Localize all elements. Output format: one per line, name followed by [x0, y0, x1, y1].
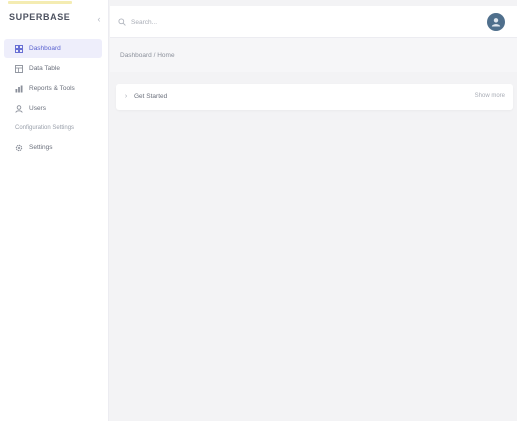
sidebar-item-data-table[interactable]: Data Table	[4, 59, 102, 78]
card-action-link[interactable]: Show more	[475, 93, 505, 99]
sidebar-item-label: Users	[29, 105, 46, 112]
sidebar-item-label: Reports & Tools	[29, 85, 75, 92]
chevron-right-icon[interactable]: ›	[122, 92, 130, 102]
table-icon	[15, 64, 23, 73]
app-window: SUPERBASE ‹ Dashboard Data Table Reports…	[0, 0, 517, 421]
user-icon	[15, 104, 23, 113]
sidebar-nav: Dashboard Data Table Reports & Tools Use…	[0, 38, 108, 158]
card-title: Get Started	[134, 93, 168, 100]
sidebar-item-reports[interactable]: Reports & Tools	[4, 79, 102, 98]
user-avatar-icon	[491, 18, 501, 27]
collapsible-card[interactable]: › Get Started Show more	[116, 84, 513, 110]
gear-icon	[15, 144, 23, 152]
sidebar-section-label: Configuration Settings	[15, 125, 75, 131]
grid-icon	[15, 44, 23, 53]
search-icon	[118, 18, 126, 26]
sidebar-item-dashboard[interactable]: Dashboard	[4, 39, 102, 58]
brand-logo[interactable]: SUPERBASE	[9, 12, 70, 28]
sidebar-item-label: Settings	[29, 144, 53, 151]
sidebar: SUPERBASE ‹ Dashboard Data Table Reports…	[0, 0, 109, 421]
sidebar-item-users[interactable]: Users	[4, 99, 102, 118]
breadcrumb-bar: Dashboard / Home	[110, 38, 517, 72]
search-bar[interactable]: Search...	[118, 15, 318, 29]
search-input[interactable]: Search...	[131, 19, 157, 26]
collapse-sidebar-button[interactable]: ‹	[93, 13, 105, 25]
chart-icon	[15, 85, 23, 93]
sidebar-item-label: Data Table	[29, 65, 60, 72]
avatar[interactable]	[487, 13, 505, 31]
brand-accent-bar	[8, 1, 72, 4]
breadcrumb[interactable]: Dashboard / Home	[120, 52, 175, 59]
sidebar-item-label: Dashboard	[29, 45, 61, 52]
top-bar: Search...	[110, 6, 517, 38]
sidebar-item-settings[interactable]: Settings	[4, 138, 102, 157]
